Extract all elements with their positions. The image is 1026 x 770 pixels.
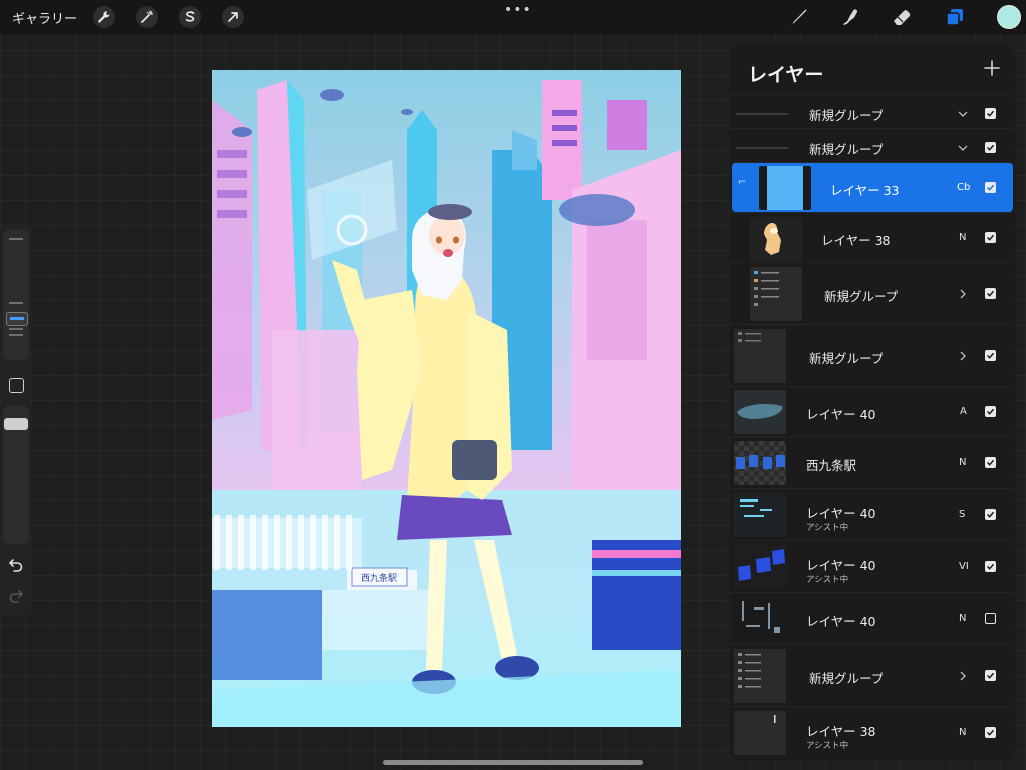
blend-mode[interactable]: A — [960, 406, 967, 417]
layers-panel: レイヤー 新規グループ 新規グループ ⌐ レイヤー 33 Cb レイヤー 38 … — [730, 44, 1015, 760]
layers-icon[interactable] — [943, 5, 967, 29]
layer-name: レイヤー 40 — [806, 407, 876, 422]
blend-mode[interactable]: N — [959, 613, 966, 624]
layer-row[interactable]: 新規グループ — [730, 94, 1013, 128]
blend-mode[interactable]: S — [959, 509, 965, 520]
layer-thumbnail[interactable] — [734, 390, 786, 434]
layer-row[interactable]: レイヤー 40 アシスト中 VI — [730, 540, 1013, 592]
layer-name: 新規グループ — [824, 289, 899, 304]
visibility-checkbox[interactable] — [985, 288, 996, 299]
visibility-checkbox[interactable] — [985, 142, 996, 153]
layer-row[interactable]: 新規グループ — [730, 324, 1013, 386]
layer-name: 新規グループ — [809, 671, 884, 686]
home-indicator[interactable] — [383, 760, 643, 765]
layer-thumbnail[interactable] — [734, 597, 786, 641]
visibility-checkbox[interactable] — [985, 613, 996, 624]
wrench-icon[interactable] — [93, 6, 115, 28]
group-thumbnail[interactable] — [734, 329, 786, 383]
layer-row-selected[interactable]: ⌐ レイヤー 33 Cb — [732, 162, 1013, 212]
gallery-button[interactable]: ギャラリー — [12, 8, 77, 27]
redo-icon[interactable] — [8, 588, 24, 604]
brush-size-thumb[interactable] — [6, 312, 28, 326]
blend-mode[interactable]: N — [959, 727, 966, 738]
visibility-checkbox[interactable] — [985, 232, 996, 243]
color-picker-button[interactable] — [997, 5, 1021, 29]
chevron-down-icon[interactable] — [957, 142, 969, 154]
layer-thumbnail[interactable] — [734, 711, 786, 755]
brush-size-slider[interactable] — [3, 230, 29, 360]
blend-mode[interactable]: N — [959, 232, 966, 243]
layer-name: レイヤー 33 — [830, 183, 900, 198]
layer-thumbnail[interactable] — [759, 166, 811, 210]
layer-name: 西九条駅 — [806, 458, 857, 473]
layer-name: レイヤー 38 — [806, 724, 876, 739]
top-toolbar: ギャラリー ••• — [0, 0, 1026, 34]
magic-wand-icon[interactable] — [136, 6, 158, 28]
transform-arrow-icon[interactable] — [222, 6, 244, 28]
group-thumbnail[interactable] — [734, 649, 786, 703]
selection-icon[interactable] — [179, 6, 201, 28]
layer-name: レイヤー 40 — [806, 558, 876, 573]
visibility-checkbox[interactable] — [985, 727, 996, 738]
layer-row[interactable]: レイヤー 40 A — [730, 386, 1013, 436]
visibility-checkbox[interactable] — [985, 406, 996, 417]
clipping-mask-icon: ⌐ — [738, 177, 747, 188]
layer-thumbnail[interactable] — [734, 441, 786, 485]
chevron-right-icon[interactable] — [957, 350, 969, 362]
blend-mode[interactable]: Cb — [957, 182, 970, 193]
visibility-checkbox[interactable] — [985, 509, 996, 520]
chevron-right-icon[interactable] — [957, 288, 969, 300]
plus-icon[interactable] — [982, 58, 1002, 78]
modify-button[interactable] — [9, 378, 24, 393]
chevron-down-icon[interactable] — [957, 108, 969, 120]
opacity-thumb[interactable] — [4, 418, 28, 430]
visibility-checkbox[interactable] — [985, 457, 996, 468]
layer-row[interactable]: 西九条駅 N — [730, 436, 1013, 488]
layer-thumbnail[interactable] — [734, 545, 786, 589]
assist-status: アシスト中 — [806, 523, 849, 533]
layer-name: 新規グループ — [809, 351, 884, 366]
visibility-checkbox[interactable] — [985, 182, 996, 193]
layer-name: レイヤー 40 — [806, 506, 876, 521]
layer-row[interactable]: レイヤー 38 N — [730, 212, 1013, 262]
station-sign-text: 西九条駅 — [361, 572, 397, 584]
brush-icon[interactable] — [786, 5, 810, 29]
more-options-icon[interactable]: ••• — [504, 2, 532, 18]
smudge-icon[interactable] — [838, 5, 862, 29]
layer-row[interactable]: レイヤー 40 アシスト中 S — [730, 488, 1013, 540]
visibility-checkbox[interactable] — [985, 108, 996, 119]
layers-panel-title: レイヤー — [748, 64, 824, 86]
layer-name: 新規グループ — [809, 108, 884, 123]
assist-status: アシスト中 — [806, 741, 849, 751]
layer-name: レイヤー 38 — [821, 233, 891, 248]
layer-name: 新規グループ — [809, 142, 884, 157]
group-thumbnail[interactable] — [750, 267, 802, 321]
visibility-checkbox[interactable] — [985, 670, 996, 681]
chevron-right-icon[interactable] — [957, 670, 969, 682]
layer-thumbnail[interactable] — [734, 493, 786, 537]
blend-mode[interactable]: VI — [959, 561, 969, 572]
layer-row[interactable]: レイヤー 38 アシスト中 N — [730, 706, 1013, 758]
visibility-checkbox[interactable] — [985, 561, 996, 572]
canvas-artwork[interactable]: 西九条駅 — [212, 70, 681, 727]
layer-row[interactable]: 新規グループ — [730, 128, 1013, 162]
blend-mode[interactable]: N — [959, 457, 966, 468]
undo-icon[interactable] — [8, 557, 24, 573]
eraser-icon[interactable] — [890, 5, 914, 29]
layer-list: 新規グループ 新規グループ ⌐ レイヤー 33 Cb レイヤー 38 N 新規グ… — [730, 94, 1015, 758]
layer-row[interactable]: 新規グループ — [730, 644, 1013, 706]
visibility-checkbox[interactable] — [985, 350, 996, 361]
layer-thumbnail[interactable] — [750, 217, 802, 261]
assist-status: アシスト中 — [806, 575, 849, 585]
layer-name: レイヤー 40 — [806, 614, 876, 629]
layer-row[interactable]: 新規グループ — [730, 262, 1013, 324]
left-sidebar — [0, 224, 32, 616]
layer-row[interactable]: レイヤー 40 N — [730, 592, 1013, 644]
opacity-slider[interactable] — [3, 406, 29, 544]
